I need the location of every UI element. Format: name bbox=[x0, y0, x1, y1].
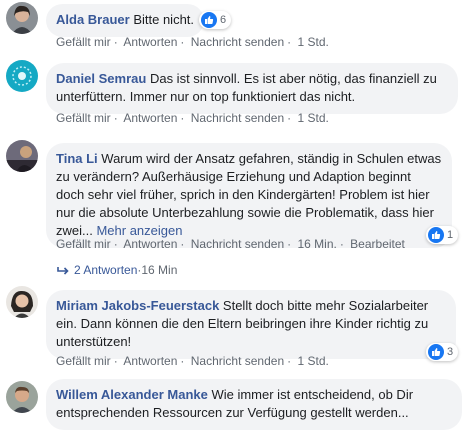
comment-author[interactable]: Willem Alexander Manke bbox=[56, 387, 208, 402]
reaction-count[interactable]: 3 bbox=[426, 343, 459, 361]
timestamp[interactable]: 1 Std. bbox=[297, 35, 328, 49]
comment-actions: Gefällt mir · Antworten · Nachricht senden… bbox=[56, 111, 329, 125]
replies-count[interactable]: 2 Antworten bbox=[74, 263, 137, 277]
avatar[interactable] bbox=[6, 381, 38, 413]
comment-bubble: Miriam Jakobs-Feuerstack Stellt doch bit… bbox=[46, 290, 456, 359]
timestamp[interactable]: 1 Std. bbox=[297, 354, 328, 368]
comment-bubble: Tina Li Warum wird der Ansatz gefahren, … bbox=[46, 143, 452, 248]
comment-bubble: Willem Alexander Manke Wie immer ist ent… bbox=[46, 379, 462, 430]
comment-actions: Gefällt mir · Antworten · Nachricht senden… bbox=[56, 237, 405, 251]
comment-actions: Gefällt mir · Antworten · Nachricht senden… bbox=[56, 354, 329, 368]
replies-time: 16 Min bbox=[141, 263, 178, 277]
reply-link[interactable]: Antworten bbox=[123, 111, 177, 125]
like-link[interactable]: Gefällt mir bbox=[56, 354, 111, 368]
avatar[interactable] bbox=[6, 286, 38, 318]
like-link[interactable]: Gefällt mir bbox=[56, 237, 111, 251]
avatar[interactable] bbox=[6, 60, 38, 92]
comment-author[interactable]: Tina Li bbox=[56, 151, 98, 166]
comment-bubble: Daniel Semrau Das ist sinnvoll. Es ist a… bbox=[46, 63, 458, 114]
send-message-link[interactable]: Nachricht senden bbox=[191, 237, 284, 251]
avatar[interactable] bbox=[6, 140, 38, 172]
reply-link[interactable]: Antworten bbox=[123, 237, 177, 251]
comment-author[interactable]: Miriam Jakobs-Feuerstack bbox=[56, 298, 219, 313]
reaction-number: 6 bbox=[220, 14, 227, 26]
timestamp[interactable]: 16 Min. bbox=[297, 237, 336, 251]
like-link[interactable]: Gefällt mir bbox=[56, 35, 111, 49]
edited-label: Bearbeitet bbox=[350, 237, 405, 251]
send-message-link[interactable]: Nachricht senden bbox=[191, 35, 284, 49]
reaction-count[interactable]: 6 bbox=[199, 11, 232, 29]
reply-arrow-icon bbox=[57, 266, 69, 275]
avatar[interactable] bbox=[6, 2, 38, 34]
reaction-number: 3 bbox=[447, 346, 454, 358]
like-icon bbox=[428, 227, 444, 243]
comment-author[interactable]: Daniel Semrau bbox=[56, 71, 146, 86]
like-icon bbox=[428, 344, 444, 360]
comment-bubble: Alda Brauer Bitte nicht. bbox=[46, 4, 205, 37]
like-icon bbox=[201, 12, 217, 28]
timestamp[interactable]: 1 Std. bbox=[297, 111, 328, 125]
reply-link[interactable]: Antworten bbox=[123, 354, 177, 368]
replies-toggle[interactable]: 2 Antworten·16 Min bbox=[56, 263, 177, 277]
like-link[interactable]: Gefällt mir bbox=[56, 111, 111, 125]
reply-link[interactable]: Antworten bbox=[123, 35, 177, 49]
send-message-link[interactable]: Nachricht senden bbox=[191, 111, 284, 125]
comment-author[interactable]: Alda Brauer bbox=[56, 12, 130, 27]
comment-actions: Gefällt mir · Antworten · Nachricht senden… bbox=[56, 35, 329, 49]
comment-text: Bitte nicht. bbox=[133, 12, 195, 27]
send-message-link[interactable]: Nachricht senden bbox=[191, 354, 284, 368]
reaction-number: 1 bbox=[447, 229, 454, 241]
reaction-count[interactable]: 1 bbox=[426, 226, 459, 244]
